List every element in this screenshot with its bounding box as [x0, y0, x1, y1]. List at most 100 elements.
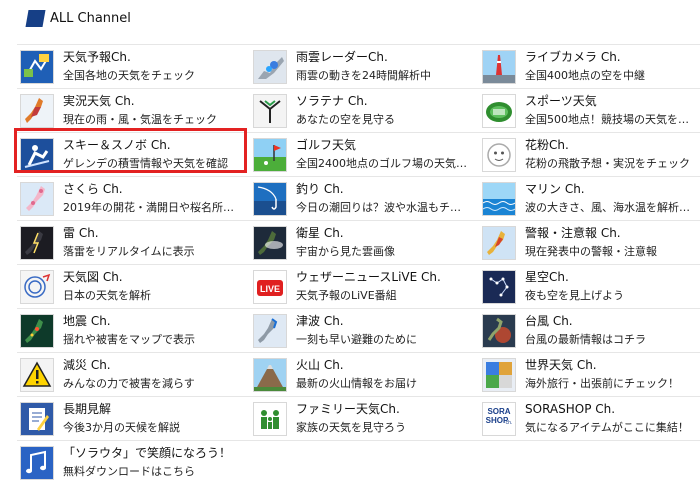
- channel-desc: あなたの空を見守る: [296, 113, 395, 126]
- channel-item-long-term[interactable]: 長期見解 今後3か月の天候を解説: [17, 397, 247, 440]
- satellite-icon: [253, 226, 287, 260]
- channel-name: 衛星 Ch.: [296, 226, 344, 240]
- sorashop-icon: SORA SHOP ch.: [482, 402, 516, 436]
- disaster-warning-icon: [20, 358, 54, 392]
- starry-sky-icon: [482, 270, 516, 304]
- channel-name: 地震 Ch.: [63, 314, 111, 328]
- channel-desc: 台風の最新情報はコチラ: [525, 333, 646, 346]
- channel-row: さくら Ch. 2019年の開花・満開日や桜名所… 釣り Ch. 今日の潮回りは…: [17, 177, 700, 221]
- channel-grid: 天気予報Ch. 全国各地の天気をチェック 雨雲レーダーCh. 雨雲の動きを24時…: [17, 45, 700, 484]
- channel-name: ゴルフ天気: [296, 138, 357, 152]
- channel-desc: 全国各地の天気をチェック: [63, 69, 195, 82]
- channel-name: スキー＆スノボ Ch.: [63, 138, 171, 152]
- svg-text:SORA: SORA: [487, 407, 510, 416]
- channel-desc: 花粉の飛散予想・実況をチェック: [525, 157, 690, 170]
- channel-row: 天気予報Ch. 全国各地の天気をチェック 雨雲レーダーCh. 雨雲の動きを24時…: [17, 45, 700, 89]
- channel-name: 天気予報Ch.: [63, 50, 131, 64]
- channel-name: 台風 Ch.: [525, 314, 573, 328]
- channel-item-sakura[interactable]: さくら Ch. 2019年の開花・満開日や桜名所…: [17, 177, 247, 220]
- channel-item-weather-map[interactable]: 天気図 Ch. 日本の天気を解析: [17, 265, 247, 308]
- channel-row: 地震 Ch. 揺れや被害をマップで表示 津波 Ch. 一刻も早い避難のために 台…: [17, 309, 700, 353]
- music-notes-icon: [20, 446, 54, 480]
- channel-name: 雷 Ch.: [63, 226, 99, 240]
- svg-text:ch.: ch.: [506, 420, 513, 426]
- earthquake-icon: [20, 314, 54, 348]
- channel-name: さくら Ch.: [63, 182, 123, 196]
- channel-name: 長期見解: [63, 402, 112, 416]
- pollen-icon: [482, 138, 516, 172]
- channel-row: 「ソラウタ」で笑顔になろう！ 無料ダウンロードはこちら: [17, 441, 700, 484]
- channel-item-disaster-reduction[interactable]: 減災 Ch. みんなの力で被害を減らす: [17, 353, 247, 396]
- channel-desc: 気になるアイテムがここに集結！: [525, 421, 689, 434]
- channel-item-earthquake[interactable]: 地震 Ch. 揺れや被害をマップで表示: [17, 309, 247, 352]
- channel-row: 実況天気 Ch. 現在の雨・風・気温をチェック ソラテナ Ch. あなたの空を見…: [17, 89, 700, 133]
- channel-desc: 最新の火山情報をお届け: [296, 377, 417, 390]
- channel-name: 警報・注意報 Ch.: [525, 226, 621, 240]
- current-weather-icon: [20, 94, 54, 128]
- channel-name: 津波 Ch.: [296, 314, 344, 328]
- channel-item-fishing[interactable]: 釣り Ch. 今日の潮回りは？波や水温もチ…: [250, 177, 480, 220]
- channel-name: 星空Ch.: [525, 270, 569, 284]
- channel-desc: 日本の天気を解析: [63, 289, 151, 302]
- warning-map-icon: [482, 226, 516, 260]
- channel-desc: 今日の潮回りは？波や水温もチ…: [296, 201, 461, 214]
- channel-name: ファミリー天気Ch.: [296, 402, 400, 416]
- svg-text:LIVE: LIVE: [260, 284, 280, 294]
- channel-item-golf[interactable]: ゴルフ天気 全国2400地点のゴルフ場の天気…: [250, 133, 480, 176]
- channel-item-warning[interactable]: 警報・注意報 Ch. 現在発表中の警報・注意報: [479, 221, 700, 264]
- channel-item-rain-radar[interactable]: 雨雲レーダーCh. 雨雲の動きを24時間解析中: [250, 45, 480, 88]
- channel-name: ウェザーニュースLiVE Ch.: [296, 270, 441, 284]
- channel-item-soratena[interactable]: ソラテナ Ch. あなたの空を見守る: [250, 89, 480, 132]
- golf-icon: [253, 138, 287, 172]
- channel-desc: 落雷をリアルタイムに表示: [63, 245, 195, 258]
- channel-desc: 天気予報のLiVE番組: [296, 289, 397, 302]
- channel-item-pollen[interactable]: 花粉Ch. 花粉の飛散予想・実況をチェック: [479, 133, 700, 176]
- channel-item-sorauta[interactable]: 「ソラウタ」で笑顔になろう！ 無料ダウンロードはこちら: [17, 441, 277, 484]
- channel-item-live-camera[interactable]: ライブカメラ Ch. 全国400地点の空を中継: [479, 45, 700, 88]
- channel-item-ski[interactable]: スキー＆スノボ Ch. ゲレンデの積雪情報や天気を確認: [17, 133, 247, 176]
- channel-item-thunder[interactable]: 雷 Ch. 落雷をリアルタイムに表示: [17, 221, 247, 264]
- channel-item-volcano[interactable]: 火山 Ch. 最新の火山情報をお届け: [250, 353, 480, 396]
- forecast-icon: [20, 50, 54, 84]
- channel-item-sports-weather[interactable]: スポーツ天気 全国500地点！競技場の天気を…: [479, 89, 700, 132]
- page-title: ALL Channel: [50, 11, 131, 26]
- live-icon: LIVE: [253, 270, 287, 304]
- weather-map-icon: [20, 270, 54, 304]
- channel-logo-icon: [25, 10, 46, 27]
- channel-name: 世界天気 Ch.: [525, 358, 597, 372]
- channel-desc: みんなの力で被害を減らす: [63, 377, 195, 390]
- channel-desc: 今後3か月の天候を解説: [63, 421, 180, 434]
- channel-desc: 揺れや被害をマップで表示: [63, 333, 195, 346]
- channel-name: 実況天気 Ch.: [63, 94, 135, 108]
- sports-weather-icon: [482, 94, 516, 128]
- soratena-icon: [253, 94, 287, 128]
- channel-desc: 全国2400地点のゴルフ場の天気…: [296, 157, 467, 170]
- channel-item-satellite[interactable]: 衛星 Ch. 宇宙から見た雲画像: [250, 221, 480, 264]
- channel-item-forecast[interactable]: 天気予報Ch. 全国各地の天気をチェック: [17, 45, 247, 88]
- long-term-icon: [20, 402, 54, 436]
- live-camera-icon: [482, 50, 516, 84]
- channel-row: 長期見解 今後3か月の天候を解説 ファミリー天気Ch. 家族の天気を見守ろう S…: [17, 397, 700, 441]
- channel-desc: 宇宙から見た雲画像: [296, 245, 395, 258]
- ski-icon: [20, 138, 54, 172]
- channel-item-live[interactable]: LIVE ウェザーニュースLiVE Ch. 天気予報のLiVE番組: [250, 265, 480, 308]
- channel-row: 天気図 Ch. 日本の天気を解析 LIVE ウェザーニュースLiVE Ch. 天…: [17, 265, 700, 309]
- channel-item-family[interactable]: ファミリー天気Ch. 家族の天気を見守ろう: [250, 397, 480, 440]
- channel-item-typhoon[interactable]: 台風 Ch. 台風の最新情報はコチラ: [479, 309, 700, 352]
- channel-item-starry-sky[interactable]: 星空Ch. 夜も空を見上げよう: [479, 265, 700, 308]
- channel-name: マリン Ch.: [525, 182, 585, 196]
- sakura-icon: [20, 182, 54, 216]
- channel-item-current-weather[interactable]: 実況天気 Ch. 現在の雨・風・気温をチェック: [17, 89, 247, 132]
- channel-item-marine[interactable]: マリン Ch. 波の大きさ、風、海水温を解析…: [479, 177, 700, 220]
- volcano-icon: [253, 358, 287, 392]
- header: ALL Channel: [0, 0, 700, 42]
- channel-item-tsunami[interactable]: 津波 Ch. 一刻も早い避難のために: [250, 309, 480, 352]
- channel-item-world-weather[interactable]: 世界天気 Ch. 海外旅行・出張前にチェック！: [479, 353, 700, 396]
- channel-name: ソラテナ Ch.: [296, 94, 368, 108]
- family-icon: [253, 402, 287, 436]
- channel-name: スポーツ天気: [525, 94, 597, 108]
- channel-row: 雷 Ch. 落雷をリアルタイムに表示 衛星 Ch. 宇宙から見た雲画像 警報・注…: [17, 221, 700, 265]
- tsunami-icon: [253, 314, 287, 348]
- channel-item-sorashop[interactable]: SORA SHOP ch. SORASHOP Ch. 気になるアイテムがここに集結！: [479, 397, 700, 440]
- channel-desc: 全国500地点！競技場の天気を…: [525, 113, 689, 126]
